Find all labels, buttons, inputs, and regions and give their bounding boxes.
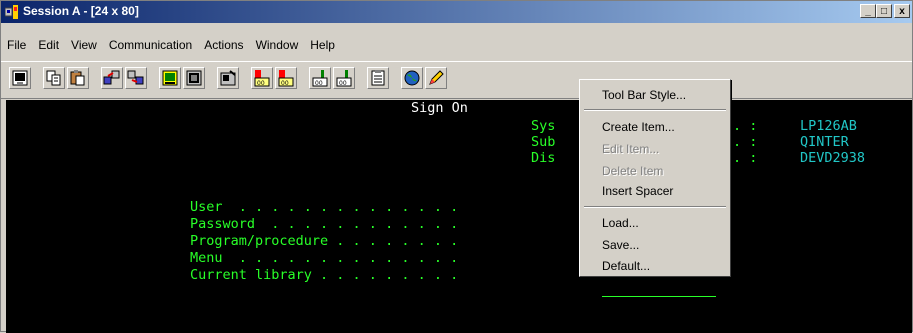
macro-button[interactable]: [217, 67, 239, 89]
default-item[interactable]: Default...: [602, 259, 650, 273]
edit-button[interactable]: [425, 67, 447, 89]
send-file-button[interactable]: [101, 67, 123, 89]
library-label: Current library . . . . . . . . .: [190, 267, 459, 283]
edit-item: Edit Item...: [602, 142, 660, 156]
system-colon: . :: [733, 118, 758, 134]
library-input-field[interactable]: [602, 296, 716, 297]
stop-button[interactable]: 00: [333, 67, 355, 89]
copy-icon: [46, 70, 61, 86]
play-macro-button[interactable]: 00: [275, 67, 297, 89]
paste-button[interactable]: [67, 67, 89, 89]
terminal-screen[interactable]: Sign On Sys Sub Dis . : . : . : LP126AB …: [6, 100, 912, 333]
toolbar-context-menu: Tool Bar Style... Create Item... Edit It…: [579, 79, 731, 277]
start-button[interactable]: 00: [309, 67, 331, 89]
record-macro-button[interactable]: 00: [251, 67, 273, 89]
emulator-window: Session A - [24 x 80] _ □ x File Edit Vi…: [0, 0, 913, 333]
menu-communication[interactable]: Communication: [103, 38, 198, 52]
send-icon: [103, 70, 120, 85]
menu-edit[interactable]: Edit: [32, 38, 65, 52]
print-screen-button[interactable]: [9, 67, 31, 89]
create-item[interactable]: Create Item...: [602, 120, 675, 134]
system-label: Sys: [531, 118, 556, 134]
display-icon: [162, 70, 178, 86]
session-app-icon[interactable]: [5, 5, 19, 19]
insert-spacer-item[interactable]: Insert Spacer: [602, 184, 673, 198]
svg-text:00: 00: [315, 80, 323, 87]
menu-label: Menu . . . . . . . . . . . . . .: [190, 250, 459, 266]
macro-icon: [220, 70, 236, 86]
menu-separator: [584, 206, 726, 208]
delete-item: Delete Item: [602, 164, 664, 178]
menu-bar: File Edit View Communication Actions Win…: [1, 35, 912, 55]
menu-actions[interactable]: Actions: [198, 38, 249, 52]
subsystem-colon: . :: [733, 134, 758, 150]
web-button[interactable]: [401, 67, 423, 89]
tool-bar-style-item[interactable]: Tool Bar Style...: [602, 88, 686, 102]
svg-text:00: 00: [257, 80, 265, 87]
title-bar[interactable]: Session A - [24 x 80] _ □ x: [1, 1, 912, 23]
toolbar: 00 00 00 00: [1, 61, 912, 99]
keypad-icon: [186, 70, 202, 86]
display-value: DEVD2938: [800, 150, 866, 166]
program-label: Program/procedure . . . . . . . .: [190, 233, 459, 249]
receive-file-button[interactable]: [125, 67, 147, 89]
user-label: User . . . . . . . . . . . . . .: [190, 199, 459, 215]
menu-help[interactable]: Help: [304, 38, 341, 52]
subsystem-value: QINTER: [800, 134, 849, 150]
play-icon: 00: [278, 70, 294, 87]
menu-window[interactable]: Window: [250, 38, 305, 52]
clipboard-button[interactable]: [367, 67, 389, 89]
record-icon: 00: [254, 70, 270, 87]
print-screen-icon: [12, 70, 28, 86]
menu-file[interactable]: File: [1, 38, 32, 52]
password-label: Password . . . . . . . . . . . .: [190, 216, 459, 232]
display-colon: . :: [733, 150, 758, 166]
caption-buttons: _ □ x: [860, 4, 910, 20]
paste-icon: [70, 70, 85, 86]
start-icon: 00: [312, 70, 328, 87]
sign-on-title: Sign On: [411, 100, 468, 116]
maximize-button[interactable]: □: [876, 4, 892, 18]
web-icon: [404, 70, 420, 86]
edit-icon: [429, 70, 444, 85]
display-label: Dis: [531, 150, 556, 166]
system-value: LP126AB: [800, 118, 857, 134]
stop-icon: 00: [336, 70, 352, 87]
keypad-button[interactable]: [183, 67, 205, 89]
minimize-button[interactable]: _: [860, 4, 876, 18]
close-button[interactable]: x: [894, 4, 910, 18]
clipboard-icon: [371, 70, 385, 86]
load-item[interactable]: Load...: [602, 216, 639, 230]
svg-text:00: 00: [281, 80, 289, 87]
copy-button[interactable]: [43, 67, 65, 89]
receive-icon: [127, 70, 144, 85]
svg-text:00: 00: [339, 80, 347, 87]
display-button[interactable]: [159, 67, 181, 89]
subsystem-label: Sub: [531, 134, 556, 150]
menu-view[interactable]: View: [65, 38, 103, 52]
save-item[interactable]: Save...: [602, 238, 639, 252]
window-title: Session A - [24 x 80]: [23, 4, 139, 18]
menu-separator: [584, 109, 726, 111]
